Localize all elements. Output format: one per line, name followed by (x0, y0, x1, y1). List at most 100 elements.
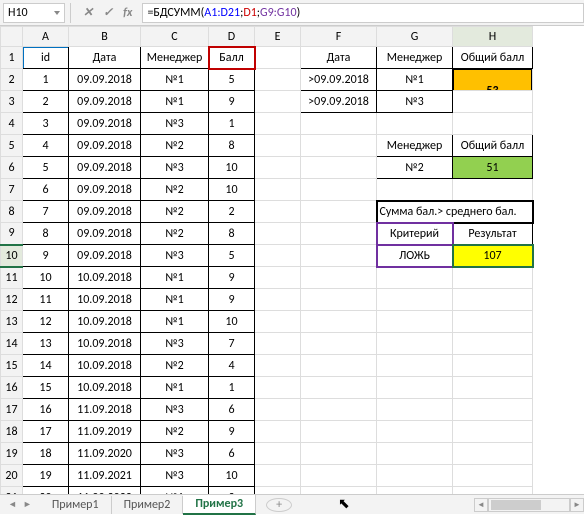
cell[interactable] (301, 355, 377, 377)
cell[interactable]: 11.09.2021 (69, 465, 141, 487)
cell[interactable]: 10 (23, 267, 69, 289)
cell[interactable]: 2 (209, 201, 255, 223)
cell[interactable]: 5 (209, 245, 255, 267)
cell[interactable] (301, 399, 377, 421)
cell[interactable]: 53 (453, 69, 533, 91)
cell[interactable] (255, 157, 301, 179)
cell[interactable]: 10.09.2018 (69, 333, 141, 355)
cell[interactable]: Общий балл (453, 47, 533, 69)
cell[interactable] (301, 201, 377, 223)
cell[interactable]: 9 (209, 267, 255, 289)
rowhdr[interactable]: 19 (1, 443, 23, 465)
cell[interactable]: 4 (23, 135, 69, 157)
cell[interactable] (255, 465, 301, 487)
cell[interactable] (453, 91, 533, 113)
cell[interactable]: №1 (141, 289, 209, 311)
cell[interactable]: №2 (141, 223, 209, 245)
cell[interactable] (453, 289, 533, 311)
cell[interactable]: 10.09.2018 (69, 289, 141, 311)
cell[interactable] (255, 399, 301, 421)
enter-icon[interactable]: ✓ (103, 5, 113, 20)
cell[interactable]: 5 (209, 69, 255, 91)
cell[interactable]: 12 (23, 311, 69, 333)
cell[interactable] (453, 443, 533, 465)
cell[interactable] (255, 91, 301, 113)
cell[interactable]: №1 (141, 377, 209, 399)
cell[interactable]: 14 (23, 355, 69, 377)
cell[interactable] (301, 113, 377, 135)
cell[interactable]: №3 (141, 399, 209, 421)
cell[interactable] (301, 157, 377, 179)
scroll-right-button[interactable]: ► (570, 498, 584, 512)
cell[interactable]: 10 (209, 179, 255, 201)
cell[interactable]: 09.09.2018 (69, 113, 141, 135)
cell[interactable]: №1 (141, 487, 209, 495)
cell[interactable]: 9 (209, 91, 255, 113)
cell[interactable] (255, 135, 301, 157)
cell[interactable]: 10 (209, 465, 255, 487)
cell[interactable] (255, 47, 301, 69)
cell[interactable] (255, 487, 301, 495)
cell[interactable]: №1 (141, 91, 209, 113)
cell[interactable] (453, 113, 533, 135)
cell[interactable]: 09.09.2018 (69, 69, 141, 91)
cell[interactable]: 6 (23, 179, 69, 201)
cell[interactable] (255, 377, 301, 399)
cell[interactable] (377, 377, 453, 399)
cell[interactable] (301, 311, 377, 333)
cell[interactable]: 09.09.2018 (69, 245, 141, 267)
cell[interactable]: 10.09.2018 (69, 267, 141, 289)
cell[interactable] (377, 487, 453, 495)
rowhdr[interactable]: 13 (1, 311, 23, 333)
rowhdr[interactable]: 11 (1, 267, 23, 289)
scroll-left-button[interactable]: ◄ (474, 498, 488, 512)
cell[interactable] (453, 487, 533, 495)
cell[interactable]: 11.09.2019 (69, 421, 141, 443)
chevron-down-icon[interactable] (54, 11, 60, 15)
cell[interactable]: №2 (141, 201, 209, 223)
fx-icon[interactable]: fx (123, 6, 132, 20)
cell[interactable] (301, 333, 377, 355)
scroll-track[interactable] (488, 498, 570, 512)
cell[interactable] (453, 421, 533, 443)
cell[interactable] (255, 201, 301, 223)
cell[interactable]: №2 (377, 157, 453, 179)
cell[interactable] (301, 421, 377, 443)
cell[interactable] (301, 135, 377, 157)
cell[interactable]: 19 (23, 465, 69, 487)
cell[interactable] (255, 179, 301, 201)
rowhdr[interactable]: 10 (1, 245, 23, 267)
cell[interactable]: Дата (69, 47, 141, 69)
cell[interactable]: 16 (23, 399, 69, 421)
cell[interactable]: №1 (141, 69, 209, 91)
cell[interactable]: 11.09.2018 (69, 399, 141, 421)
rowhdr[interactable]: 8 (1, 201, 23, 223)
cell[interactable]: 3 (23, 113, 69, 135)
cell[interactable]: 7 (23, 201, 69, 223)
cell[interactable] (301, 487, 377, 495)
cell[interactable]: 09.09.2018 (69, 135, 141, 157)
cell[interactable] (453, 377, 533, 399)
cell[interactable]: 09.09.2018 (69, 223, 141, 245)
cell[interactable] (255, 69, 301, 91)
cell[interactable]: 7 (209, 333, 255, 355)
cell[interactable]: 8 (209, 223, 255, 245)
cell[interactable] (301, 245, 377, 267)
cell[interactable]: №3 (141, 157, 209, 179)
cell[interactable]: 107 (453, 245, 533, 267)
cell[interactable]: Менеджер (377, 135, 453, 157)
cell[interactable]: 20 (23, 487, 69, 495)
cell[interactable] (301, 179, 377, 201)
cell[interactable] (255, 245, 301, 267)
cell[interactable] (377, 289, 453, 311)
cell[interactable]: №3 (141, 465, 209, 487)
cell[interactable]: №2 (141, 135, 209, 157)
cell[interactable] (377, 465, 453, 487)
tab-sheet-2[interactable]: Пример2 (112, 496, 184, 514)
cell[interactable]: Дата (301, 47, 377, 69)
cell[interactable] (301, 377, 377, 399)
cell[interactable] (377, 333, 453, 355)
cell[interactable]: 1 (23, 69, 69, 91)
cell[interactable]: 13 (23, 333, 69, 355)
cell[interactable]: Критерий (377, 223, 453, 245)
